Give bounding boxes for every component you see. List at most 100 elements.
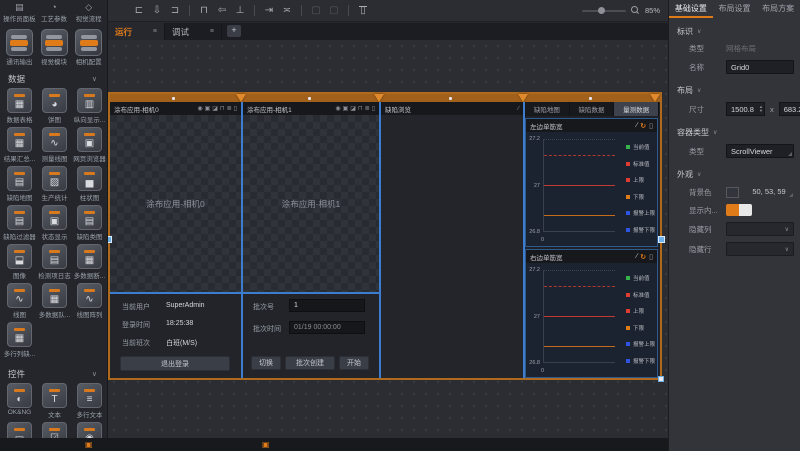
panel-camera1[interactable]: 涂布应用-相机1 ◉▣◪⊓≣▯ 涂布应用-相机1 批次号 1 批次时间 <box>243 102 379 378</box>
lock-icon[interactable]: ⊓ <box>220 105 225 112</box>
palette-item[interactable]: ▦ 结果汇总... <box>2 127 37 163</box>
delete-icon[interactable]: ▯ <box>649 253 653 261</box>
properties-tab[interactable]: 布局设置 <box>713 0 757 18</box>
section-header-data[interactable]: 数据 ∨ <box>0 66 107 88</box>
palette-item[interactable]: ▨ 生产统计 <box>37 166 72 202</box>
quick-item[interactable]: ▤ 操作员面板 <box>2 2 37 23</box>
panel-camera0[interactable]: 涂布应用-相机0 ◉▣◪⊓≣▯ 涂布应用-相机0 当前用户 SuperAdmin… <box>110 102 241 378</box>
hide-columns-dropdown[interactable]: ∨ <box>726 222 794 236</box>
quick-item[interactable]: ◇ 视觉流程 <box>71 2 106 23</box>
align-center-h-icon[interactable]: ⇦ <box>213 3 231 19</box>
quick-item[interactable]: 相机配置 <box>71 25 106 66</box>
distribute-v-icon[interactable]: ≍ <box>278 3 296 19</box>
chart-right-width[interactable]: 右边单筋宽 ∕ ↻ ▯ 27.22726.8 0 <box>525 249 658 378</box>
align-bottom-icon[interactable]: ⇩ <box>148 3 166 19</box>
tab-run[interactable]: 运行 ≡ <box>108 23 165 40</box>
chart-tab[interactable]: 缺陷数据 <box>570 102 615 116</box>
palette-item[interactable]: ▣ 状态显示 <box>37 205 72 241</box>
quick-item[interactable]: 通讯输出 <box>2 25 37 66</box>
refresh-icon[interactable]: ↻ <box>640 253 646 261</box>
menu-icon[interactable]: ≡ <box>210 28 214 35</box>
eye-icon[interactable]: ◉ <box>335 105 340 112</box>
logout-button[interactable]: 退出登录 <box>120 356 230 371</box>
column-marker[interactable] <box>650 94 660 102</box>
row-divider[interactable] <box>110 292 381 294</box>
column-marker[interactable] <box>374 94 384 102</box>
properties-tab[interactable]: 基础设置 <box>669 0 713 18</box>
chart-left-width[interactable]: 左边单筋宽 ∕ ↻ ▯ 27.22726.8 0 <box>525 118 658 247</box>
switch-button[interactable]: 切换 <box>251 356 281 370</box>
status-icon-1[interactable]: ▣ <box>85 440 93 449</box>
delete-icon[interactable]: ▯ <box>372 105 375 112</box>
palette-item[interactable]: ▦ 多数据队... <box>37 283 72 319</box>
selected-grid[interactable]: 涂布应用-相机0 ◉▣◪⊓≣▯ 涂布应用-相机0 当前用户 SuperAdmin… <box>108 92 662 380</box>
resize-handle-right[interactable] <box>658 236 665 243</box>
quick-item[interactable]: 视觉模块 <box>37 25 72 66</box>
list-icon[interactable]: ≣ <box>227 105 232 112</box>
palette-item[interactable]: ∿ 测量线图 <box>37 127 72 163</box>
edit-icon[interactable]: ∕ <box>636 122 637 130</box>
style-icon[interactable]: ◪ <box>350 105 356 112</box>
height-spinner[interactable]: 683.2▲▼ <box>779 102 800 116</box>
column-divider[interactable] <box>523 102 525 378</box>
tab-debug[interactable]: 调试 ≡ <box>165 23 222 40</box>
menu-icon[interactable]: ≡ <box>153 28 157 35</box>
palette-item[interactable]: ▦ 多行列缺... <box>2 322 37 358</box>
quick-item[interactable]: ◔ 工艺参数 <box>37 2 72 23</box>
section-container[interactable]: 容器类型 ∨ <box>669 119 800 141</box>
preview-icon[interactable]: ▣ <box>343 105 349 112</box>
design-canvas[interactable]: 涂布应用-相机0 ◉▣◪⊓≣▯ 涂布应用-相机0 当前用户 SuperAdmin… <box>108 40 668 438</box>
palette-item[interactable]: ▤ 检测项日志 <box>37 244 72 280</box>
column-divider[interactable] <box>241 102 243 378</box>
zoom-slider[interactable] <box>582 10 626 12</box>
properties-tab[interactable]: 布局方案 <box>756 0 800 18</box>
preview-icon[interactable]: ▣ <box>205 105 211 112</box>
palette-item[interactable]: ▣ 网页浏览器 <box>72 127 107 163</box>
delete-icon[interactable]: ▯ <box>234 105 237 112</box>
palette-item[interactable]: ▦ 数据表格 <box>2 88 37 124</box>
batch-no-input[interactable]: 1 <box>289 299 365 312</box>
grid-column-ruler[interactable] <box>110 94 660 102</box>
name-input[interactable]: Grid0 <box>726 60 794 74</box>
zoom-slider-handle[interactable] <box>598 7 605 14</box>
resize-handle-corner[interactable] <box>658 376 664 382</box>
spinner-arrows[interactable]: ▲▼ <box>759 103 763 115</box>
palette-item[interactable]: ▭ 文本框 <box>2 422 37 438</box>
status-icon-2[interactable]: ▣ <box>262 440 270 449</box>
chart-tab[interactable]: 缺陷地图 <box>525 102 570 116</box>
batch-time-input[interactable]: 01/19 00:00:00 <box>289 321 365 334</box>
palette-item[interactable]: ≡ 多行文本 <box>72 383 107 419</box>
palette-item[interactable]: ▥ 纵向显示... <box>72 88 107 124</box>
delete-icon[interactable]: ▯ <box>649 122 653 130</box>
distribute-h-icon[interactable]: ⇥ <box>260 3 278 19</box>
align-middle-v-icon[interactable]: ⊥ <box>231 3 249 19</box>
palette-item[interactable]: ▦ 多数据断... <box>72 244 107 280</box>
refresh-icon[interactable]: ↻ <box>640 122 646 130</box>
toolbar-icon[interactable] <box>348 5 349 16</box>
eye-icon[interactable]: ◉ <box>197 105 202 112</box>
delete-icon[interactable]: ▯ <box>354 3 372 19</box>
palette-item[interactable]: ▤ 缺陷类图 <box>72 205 107 241</box>
toolbar-icon[interactable] <box>301 5 302 16</box>
width-spinner[interactable]: 1500.8▲▼ <box>726 102 765 116</box>
palette-item[interactable]: ☑ 复选框 <box>37 422 72 438</box>
edit-icon[interactable]: ∕ <box>636 253 637 261</box>
column-marker[interactable] <box>518 94 528 102</box>
edit-icon[interactable]: ∕ <box>518 106 519 112</box>
palette-item[interactable]: ◉ 选中按钮 <box>72 422 107 438</box>
batch-create-button[interactable]: 批次创建 <box>285 356 335 370</box>
chart-tab[interactable]: 量测数据 <box>614 102 659 116</box>
palette-item[interactable]: ⬓ 图像 <box>2 244 37 280</box>
section-appearance[interactable]: 外观 ∨ <box>669 161 800 183</box>
display-content-toggle[interactable] <box>726 204 752 216</box>
toolbar-icon[interactable] <box>254 5 255 16</box>
style-icon[interactable]: ◪ <box>212 105 218 112</box>
palette-item[interactable]: ∿ 线图 <box>2 283 37 319</box>
ungroup-icon[interactable]: ▢ <box>325 3 343 19</box>
palette-item[interactable]: ▤ 缺陷过滤器 <box>2 205 37 241</box>
section-layout[interactable]: 布局 ∨ <box>669 77 800 99</box>
align-top-icon[interactable]: ⊓ <box>195 3 213 19</box>
palette-item[interactable]: ◕ 饼图 <box>37 88 72 124</box>
hide-rows-dropdown[interactable]: ∨ <box>726 242 794 256</box>
start-button[interactable]: 开始 <box>339 356 369 370</box>
